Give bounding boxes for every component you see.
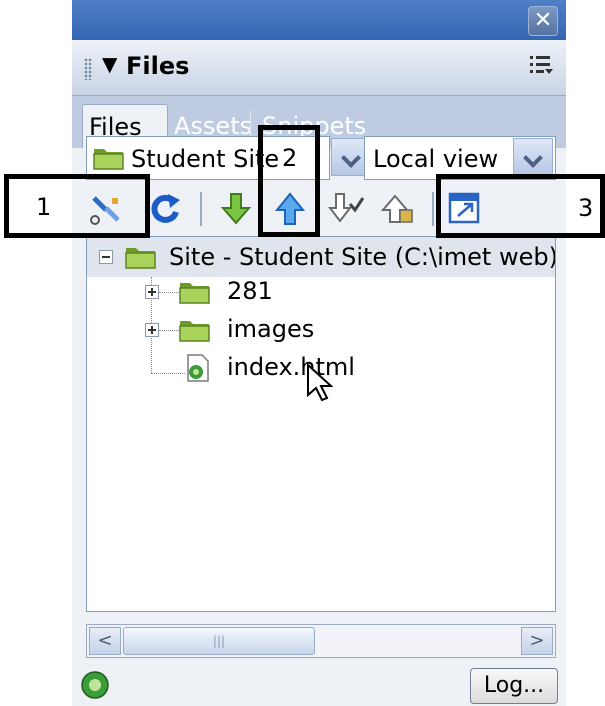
callout-box-1 <box>4 174 150 238</box>
status-bar: Log... <box>72 664 566 706</box>
check-in-icon[interactable] <box>378 190 418 228</box>
tree-item-index-html[interactable]: index.html <box>227 353 355 381</box>
scroll-thumb[interactable]: ||| <box>123 627 315 655</box>
status-indicator-icon <box>81 671 109 699</box>
callout-label-3: 3 <box>578 194 594 222</box>
toolbar-separator <box>200 192 202 226</box>
scroll-left-button[interactable]: < <box>89 627 121 655</box>
chevron-down-icon[interactable] <box>513 138 553 176</box>
check-out-icon[interactable] <box>326 190 366 228</box>
toolbar-separator <box>432 192 434 226</box>
folder-open-icon <box>125 248 156 269</box>
expand-toggle[interactable] <box>145 285 159 299</box>
scroll-right-button[interactable]: > <box>521 627 553 655</box>
horizontal-scrollbar[interactable]: < ||| > <box>86 624 556 658</box>
collapse-toggle[interactable] <box>99 250 113 264</box>
tree-connector <box>151 373 185 374</box>
mouse-cursor-icon <box>307 363 333 402</box>
window-titlebar: ✕ <box>72 0 566 40</box>
collapse-arrow-icon[interactable]: ▼ <box>102 52 117 76</box>
tree-root-label: Site - Student Site (C:\imet web) <box>169 243 556 271</box>
view-dropdown-value: Local view <box>373 145 499 173</box>
get-files-icon[interactable] <box>216 190 256 228</box>
files-panel: ✕ ▼ Files Files Assets Snippets Student … <box>72 0 566 706</box>
file-tree[interactable]: Site - Student Site (C:\imet web) 281 im… <box>86 236 556 612</box>
site-dropdown-value: Student Site <box>131 145 280 173</box>
folder-icon <box>179 283 210 304</box>
refresh-icon[interactable] <box>146 190 186 228</box>
log-button[interactable]: Log... <box>470 668 558 704</box>
tree-item-images[interactable]: images <box>227 315 314 343</box>
callout-box-2 <box>258 125 320 237</box>
callout-label-2: 2 <box>282 144 298 172</box>
tree-item-281[interactable]: 281 <box>227 277 273 305</box>
panel-title: Files <box>126 52 190 80</box>
folder-icon <box>93 149 124 170</box>
panel-header[interactable]: ▼ Files <box>72 40 566 96</box>
callout-label-1: 1 <box>36 193 52 221</box>
tree-root-row[interactable]: Site - Student Site (C:\imet web) <box>87 237 555 277</box>
grip-handle-icon[interactable] <box>84 58 92 80</box>
folder-icon <box>179 321 210 342</box>
tree-connector <box>159 292 179 293</box>
view-dropdown-arrow[interactable] <box>513 138 553 176</box>
panel-options-menu-icon[interactable] <box>528 52 554 78</box>
close-button[interactable]: ✕ <box>528 6 558 36</box>
expand-toggle[interactable] <box>145 323 159 337</box>
html-file-icon <box>187 354 209 382</box>
tree-connector <box>159 330 179 331</box>
